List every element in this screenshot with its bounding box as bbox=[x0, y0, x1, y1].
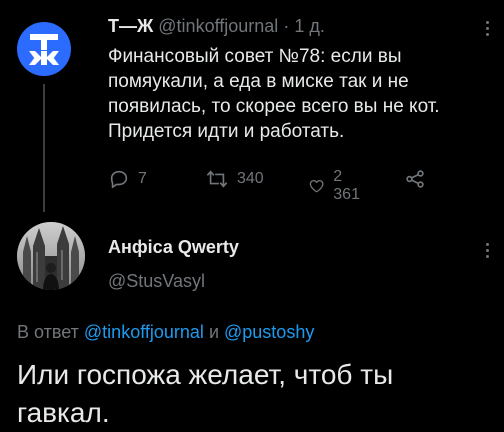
retweet-icon bbox=[206, 170, 228, 188]
thread-connector-line bbox=[43, 84, 45, 212]
original-tweet[interactable]: Т—Ж @tinkoffjournal · 1 д. Финансовый со… bbox=[0, 0, 504, 212]
retweet-button[interactable]: 340 bbox=[205, 168, 264, 190]
tweet-header: Т—Ж @tinkoffjournal · 1 д. bbox=[108, 16, 325, 37]
mention-link-tinkoffjournal[interactable]: @tinkoffjournal bbox=[84, 322, 204, 342]
like-count: 2 361 bbox=[333, 168, 360, 203]
reply-count: 7 bbox=[138, 170, 147, 187]
tweet-time[interactable]: 1 д. bbox=[294, 16, 325, 36]
tweet-text: Финансовый совет №78: если вы помяукали,… bbox=[108, 46, 440, 142]
tj-logo-icon bbox=[29, 34, 59, 65]
cathedral-photo-image bbox=[17, 222, 85, 290]
reply-tweet[interactable]: Анфіса Qwerty @StusVasyl В ответ @tinkof… bbox=[0, 212, 504, 432]
author-avatar-photo[interactable] bbox=[17, 222, 85, 290]
like-button[interactable]: 2 361 bbox=[308, 168, 365, 204]
share-button[interactable] bbox=[404, 168, 426, 190]
reply-conjunction: и bbox=[208, 322, 219, 342]
share-icon bbox=[406, 170, 424, 188]
more-options-icon[interactable] bbox=[486, 18, 492, 39]
author-handle[interactable]: @tinkoffjournal bbox=[158, 16, 278, 36]
retweet-count: 340 bbox=[237, 170, 264, 187]
reply-author-name[interactable]: Анфіса Qwerty bbox=[108, 237, 239, 258]
author-name[interactable]: Т—Ж bbox=[108, 16, 153, 36]
reply-prefix: В ответ bbox=[17, 322, 79, 342]
reply-text: Или госпожа желает, чтоб ты гавкал. bbox=[17, 359, 394, 428]
separator-dot: · bbox=[283, 16, 290, 36]
reply-more-options-icon[interactable] bbox=[486, 240, 492, 261]
reply-button[interactable]: 7 bbox=[108, 168, 147, 190]
mention-link-pustoshy[interactable]: @pustoshy bbox=[224, 322, 314, 342]
like-icon bbox=[309, 179, 324, 193]
author-avatar-tj-logo[interactable] bbox=[17, 22, 71, 76]
reply-author-handle[interactable]: @StusVasyl bbox=[108, 271, 205, 292]
reply-icon bbox=[110, 170, 128, 189]
replying-to-line: В ответ @tinkoffjournal и @pustoshy bbox=[17, 322, 314, 343]
